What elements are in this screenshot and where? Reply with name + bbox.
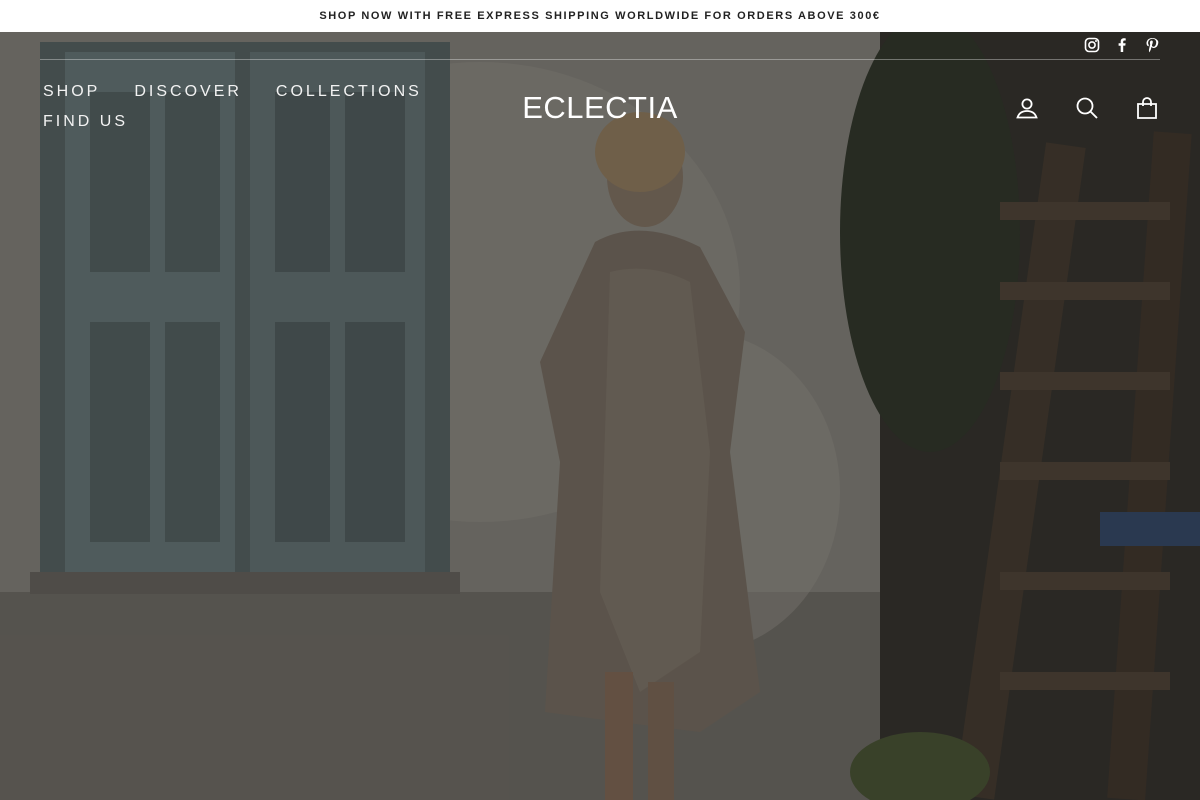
instagram-icon[interactable] bbox=[1084, 37, 1100, 53]
announcement-text: SHOP NOW WITH FREE EXPRESS SHIPPING WORL… bbox=[319, 10, 881, 22]
hero-image bbox=[0, 32, 1200, 800]
header-divider bbox=[40, 59, 1160, 60]
logo-text[interactable]: ECLECTIA bbox=[522, 90, 678, 125]
social-links bbox=[1084, 36, 1160, 54]
pinterest-icon[interactable] bbox=[1144, 37, 1160, 53]
hero-overlay bbox=[0, 32, 1200, 800]
search-icon[interactable] bbox=[1074, 95, 1100, 121]
facebook-icon[interactable] bbox=[1114, 37, 1130, 53]
announcement-bar: SHOP NOW WITH FREE EXPRESS SHIPPING WORL… bbox=[0, 0, 1200, 32]
cart-icon[interactable] bbox=[1134, 95, 1160, 121]
account-icon[interactable] bbox=[1014, 95, 1040, 121]
header-actions bbox=[1014, 95, 1160, 121]
